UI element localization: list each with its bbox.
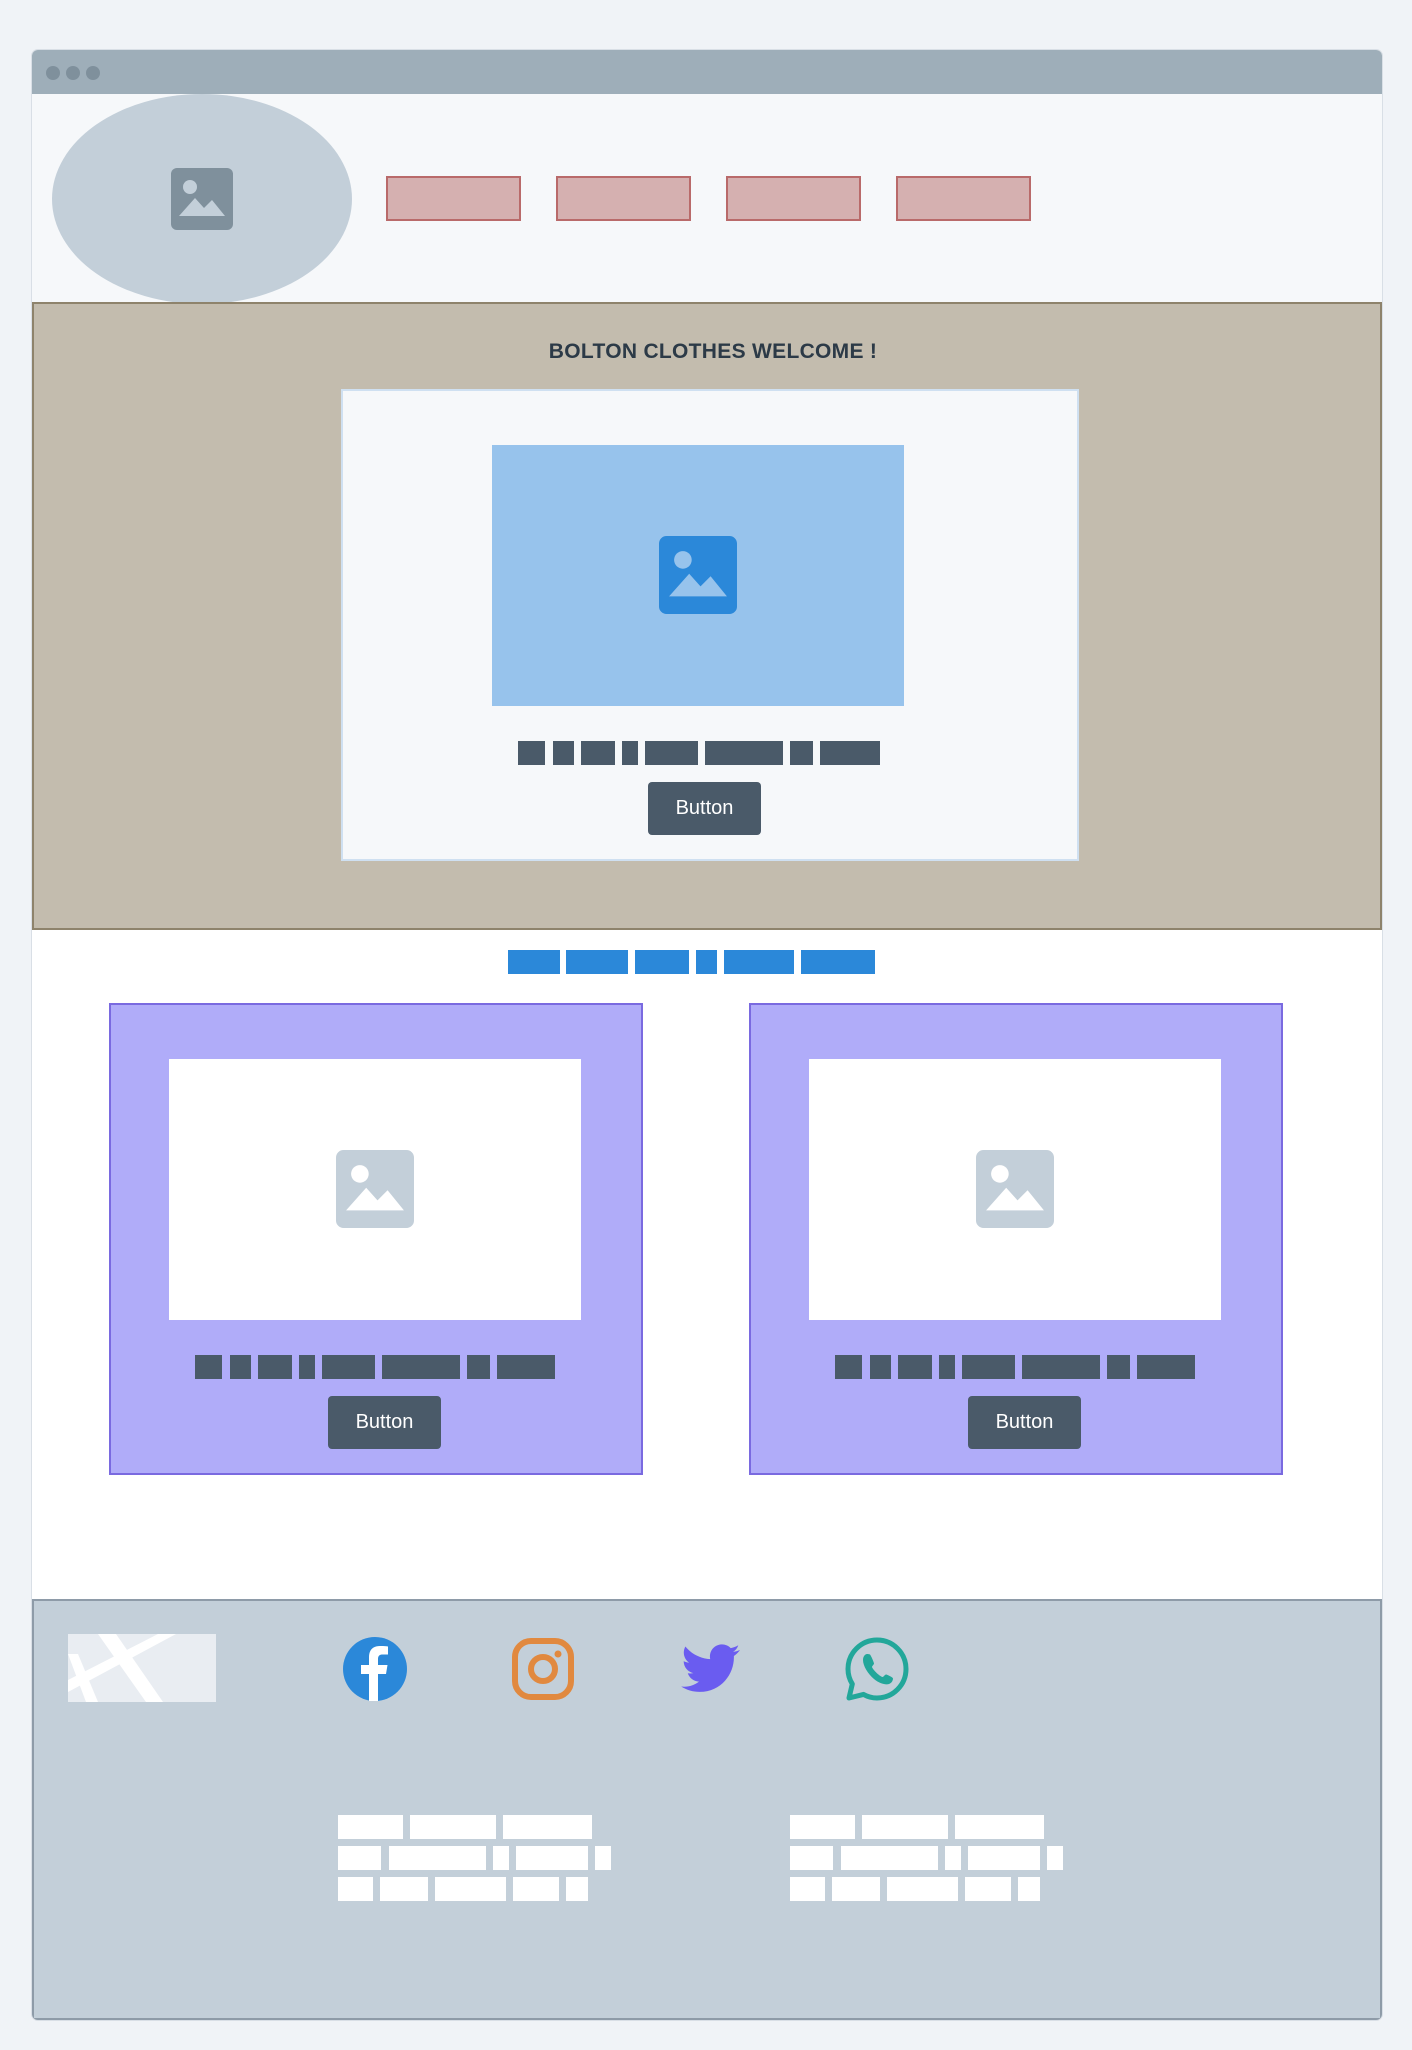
image-icon — [976, 1150, 1054, 1228]
logo-placeholder[interactable] — [52, 94, 352, 302]
hero-section: BOLTON CLOTHES WELCOME ! Button — [32, 302, 1382, 930]
image-icon — [659, 536, 737, 614]
instagram-icon[interactable] — [508, 1634, 578, 1704]
site-footer — [32, 1599, 1382, 2020]
whatsapp-icon[interactable] — [842, 1634, 912, 1704]
nav-button-2[interactable] — [556, 176, 691, 221]
window-dot-maximize[interactable] — [86, 66, 100, 80]
window-dot-close[interactable] — [46, 66, 60, 80]
window-titlebar — [32, 50, 1382, 94]
product-card: Button — [749, 1003, 1283, 1475]
map-icon — [68, 1634, 176, 1702]
footer-text-placeholder-right — [790, 1815, 1068, 1901]
site-header — [32, 94, 1382, 302]
nav-button-1[interactable] — [386, 176, 521, 221]
hero-card-text-placeholder — [518, 741, 880, 765]
product-image-placeholder — [809, 1059, 1221, 1320]
product-card: Button — [109, 1003, 643, 1475]
nav-button-3[interactable] — [726, 176, 861, 221]
image-icon — [336, 1150, 414, 1228]
browser-window: BOLTON CLOTHES WELCOME ! Button Button B… — [32, 50, 1382, 2020]
products-section: Button Button — [32, 930, 1382, 1550]
hero-title: BOLTON CLOTHES WELCOME ! — [548, 340, 878, 363]
nav-button-4[interactable] — [896, 176, 1031, 221]
section-heading-placeholder — [508, 950, 875, 974]
hero-card: Button — [341, 389, 1079, 861]
map-thumbnail[interactable] — [68, 1634, 216, 1702]
facebook-icon[interactable] — [340, 1634, 410, 1704]
hero-image-placeholder — [492, 445, 904, 706]
window-dot-minimize[interactable] — [66, 66, 80, 80]
product-card-button[interactable]: Button — [328, 1396, 441, 1449]
twitter-icon[interactable] — [676, 1634, 746, 1704]
image-icon — [171, 168, 233, 230]
hero-card-button[interactable]: Button — [648, 782, 761, 835]
product-card-button[interactable]: Button — [968, 1396, 1081, 1449]
footer-text-placeholder-left — [338, 1815, 616, 1901]
product-card-text-placeholder — [835, 1355, 1199, 1379]
product-card-text-placeholder — [195, 1355, 559, 1379]
product-image-placeholder — [169, 1059, 581, 1320]
